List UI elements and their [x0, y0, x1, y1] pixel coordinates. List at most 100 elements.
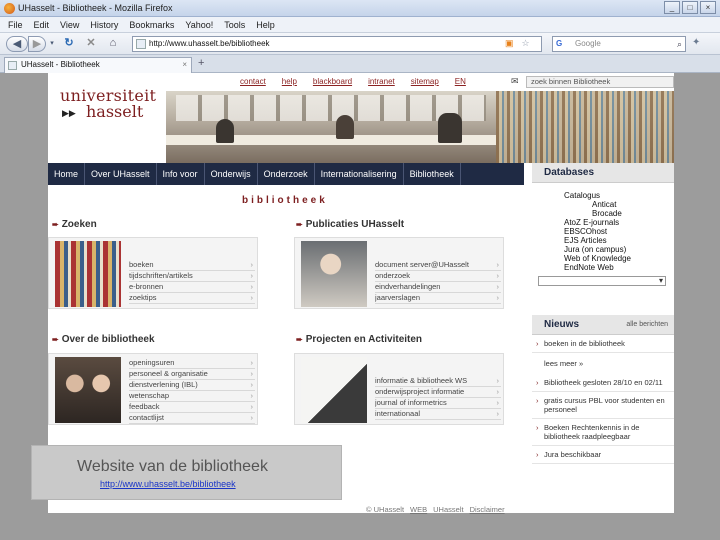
db-ebscohost[interactable]: EBSCOhost	[538, 227, 674, 236]
reload-icon[interactable]: ↻	[62, 36, 76, 52]
link-intranet[interactable]: intranet	[368, 77, 395, 86]
forward-arrow-icon[interactable]: ▶	[28, 36, 46, 52]
nav-over-uhasselt[interactable]: Over UHasselt	[85, 163, 157, 185]
tab-label: UHasselt - Bibliotheek	[21, 60, 100, 69]
link-help[interactable]: help	[282, 77, 297, 86]
link-onderzoek[interactable]: onderzoek	[375, 271, 501, 282]
bullet-arrow-icon: ➨	[296, 335, 303, 344]
addon-icon[interactable]: ✦	[692, 37, 700, 48]
news-item[interactable]: Bibliotheek gesloten 28/10 en 02/11	[532, 374, 674, 392]
news-item[interactable]: gratis cursus PBL voor studenten en pers…	[532, 392, 674, 419]
news-item[interactable]: Jura beschikbaar	[532, 446, 674, 464]
menu-yahoo[interactable]: Yahoo!	[185, 20, 213, 30]
link-personeel[interactable]: personeel & organisatie	[129, 369, 255, 380]
new-tab-icon[interactable]: +	[198, 57, 204, 69]
link-informatie-bibliotheek[interactable]: informatie & bibliotheek WS	[375, 376, 501, 387]
news-more-link[interactable]: lees meer »	[532, 353, 674, 374]
db-atoz[interactable]: AtoZ E-journals	[538, 218, 674, 227]
footer-disclaimer-link[interactable]: Disclaimer	[470, 505, 505, 514]
mail-icon[interactable]: ✉	[511, 76, 519, 87]
db-web-of-knowledge[interactable]: Web of Knowledge	[538, 254, 674, 263]
menu-tools[interactable]: Tools	[224, 20, 245, 30]
section-zoeken-box: boeken tijdschriften/artikels e-bronnen …	[48, 237, 258, 309]
link-eindverhandelingen[interactable]: eindverhandelingen	[375, 282, 501, 293]
close-button[interactable]: ×	[700, 1, 716, 14]
address-bar[interactable]: http://www.uhasselt.be/bibliotheek	[132, 36, 542, 52]
books-thumbnail	[55, 241, 121, 307]
nav-home[interactable]: Home	[48, 163, 86, 185]
link-zoektips[interactable]: zoektips	[129, 293, 255, 304]
db-ejs[interactable]: EJS Articles	[538, 236, 674, 245]
section-over-heading[interactable]: ➨ Over de bibliotheek	[52, 334, 155, 345]
menu-file[interactable]: File	[8, 20, 23, 30]
link-en[interactable]: EN	[455, 77, 466, 86]
maximize-button[interactable]: □	[682, 1, 698, 14]
tab-bibliotheek[interactable]: UHasselt - Bibliotheek ×	[4, 57, 192, 73]
link-blackboard[interactable]: blackboard	[313, 77, 352, 86]
menu-edit[interactable]: Edit	[34, 20, 50, 30]
top-links: contact help blackboard intranet sitemap…	[240, 77, 466, 86]
main-navigation: Home Over UHasselt Info voor Onderwijs O…	[48, 163, 524, 185]
sidebar: Databases Catalogus Anticat Brocade AtoZ…	[532, 163, 674, 513]
db-brocade[interactable]: Brocade	[538, 209, 674, 218]
section-zoeken-heading[interactable]: ➨ Zoeken	[52, 219, 97, 230]
menu-history[interactable]: History	[90, 20, 118, 30]
tab-favicon-icon	[8, 61, 17, 70]
news-item[interactable]: Boeken Rechtenkennis in de bibliotheek r…	[532, 419, 674, 446]
search-input[interactable]: G Google ⌕	[552, 36, 686, 52]
link-ebronnen[interactable]: e-bronnen	[129, 282, 255, 293]
link-contact[interactable]: contact	[240, 77, 266, 86]
nav-bibliotheek[interactable]: Bibliotheek	[404, 163, 461, 185]
search-icon[interactable]: ⌕	[677, 37, 682, 51]
footer-copyright: © UHasselt	[366, 505, 405, 514]
bullet-arrow-icon: ➨	[52, 220, 59, 229]
link-wetenschap[interactable]: wetenschap	[129, 391, 255, 402]
link-internationaal[interactable]: internationaal	[375, 409, 501, 420]
link-document-server[interactable]: document server@UHasselt	[375, 260, 501, 271]
link-onderwijsproject[interactable]: onderwijsproject informatie	[375, 387, 501, 398]
news-item[interactable]: boeken in de bibliotheek	[532, 335, 674, 353]
link-contactlijst[interactable]: contactlijst	[129, 413, 255, 424]
link-tijdschriften[interactable]: tijdschriften/artikels	[129, 271, 255, 282]
all-news-link[interactable]: alle berichten	[626, 315, 668, 335]
nav-info-voor[interactable]: Info voor	[157, 163, 205, 185]
link-feedback[interactable]: feedback	[129, 402, 255, 413]
navigation-toolbar: ◀ ▶ ▾ ↻ ✕ ⌂ http://www.uhasselt.be/bibli…	[0, 33, 720, 55]
minimize-button[interactable]: _	[664, 1, 680, 14]
db-anticat[interactable]: Anticat	[538, 200, 674, 209]
db-catalogus[interactable]: Catalogus	[538, 191, 674, 200]
databases-list: Catalogus Anticat Brocade AtoZ E-journal…	[532, 183, 674, 272]
tab-close-icon[interactable]: ×	[182, 58, 187, 72]
databases-select[interactable]	[538, 276, 666, 286]
link-sitemap[interactable]: sitemap	[411, 77, 439, 86]
databases-heading: Databases	[532, 163, 674, 183]
link-boeken[interactable]: boeken	[129, 260, 255, 271]
caption-overlay: Website van de bibliotheek http://www.uh…	[31, 445, 342, 500]
db-jura[interactable]: Jura (on campus)	[538, 245, 674, 254]
link-openingsuren[interactable]: openingsuren	[129, 358, 255, 369]
menu-view[interactable]: View	[60, 20, 79, 30]
section-projecten-box: informatie & bibliotheek WS onderwijspro…	[294, 353, 504, 425]
footer-web-link[interactable]: WEB	[410, 505, 427, 514]
nav-onderzoek[interactable]: Onderzoek	[258, 163, 315, 185]
section-projecten-heading[interactable]: ➨ Projecten en Activiteiten	[296, 334, 422, 345]
bookmark-star-icon[interactable]: ☆	[522, 38, 530, 49]
link-journal-informetrics[interactable]: journal of informetrics	[375, 398, 501, 409]
home-icon[interactable]: ⌂	[106, 36, 120, 52]
rss-feed-icon[interactable]: ▣	[505, 38, 514, 49]
site-search-input[interactable]: zoek binnen Bibliotheek	[526, 76, 674, 88]
back-arrow-icon[interactable]: ◀	[6, 36, 28, 52]
university-logo[interactable]: universiteit hasselt ▶▶	[60, 86, 156, 121]
db-endnote[interactable]: EndNote Web	[538, 263, 674, 272]
menu-help[interactable]: Help	[256, 20, 275, 30]
stop-icon[interactable]: ✕	[84, 36, 98, 52]
menu-bar: File Edit View History Bookmarks Yahoo! …	[0, 17, 720, 33]
link-jaarverslagen[interactable]: jaarverslagen	[375, 293, 501, 304]
history-dropdown-icon[interactable]: ▾	[48, 36, 56, 52]
menu-bookmarks[interactable]: Bookmarks	[129, 20, 174, 30]
link-dienstverlening[interactable]: dienstverlening (IBL)	[129, 380, 255, 391]
caption-url-link[interactable]: http://www.uhasselt.be/bibliotheek	[100, 479, 236, 489]
nav-onderwijs[interactable]: Onderwijs	[205, 163, 258, 185]
section-publicaties-heading[interactable]: ➨ Publicaties UHasselt	[296, 219, 404, 230]
nav-internationalisering[interactable]: Internationalisering	[315, 163, 404, 185]
